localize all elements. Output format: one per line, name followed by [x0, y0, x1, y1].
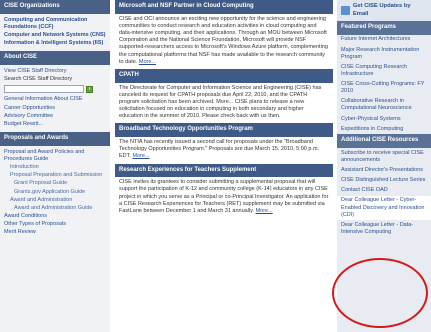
- about-link-general[interactable]: General Information About CISE: [4, 96, 106, 103]
- more-link[interactable]: More...: [132, 153, 149, 159]
- proposal-link[interactable]: Proposal Preparation and Submission: [4, 172, 106, 179]
- resource-link[interactable]: Assistant Director's Presentations: [337, 165, 431, 175]
- about-link-advisory[interactable]: Advisory Committee: [4, 113, 106, 120]
- news-title[interactable]: Microsoft and NSF Partner in Cloud Compu…: [115, 0, 333, 14]
- right-sidebar: Get CISE Updates by Email Featured Progr…: [337, 0, 431, 332]
- about-link-budget[interactable]: Budget Rewrit...: [4, 121, 106, 128]
- proposal-link[interactable]: Proposal and Award Policies and Procedur…: [4, 149, 106, 163]
- proposal-link[interactable]: Introduction: [4, 164, 106, 171]
- news-item: Microsoft and NSF Partner in Cloud Compu…: [115, 0, 333, 66]
- news-body: The NTIA has recently issued a second ca…: [115, 137, 333, 160]
- arrow-right-icon: ›: [88, 86, 91, 93]
- main-content: Microsoft and NSF Partner in Cloud Compu…: [115, 0, 333, 332]
- more-link[interactable]: More...: [139, 59, 156, 65]
- search-row: ›: [4, 85, 106, 94]
- featured-link[interactable]: Future Internet Architectures: [337, 35, 431, 45]
- about-header: About CISE: [0, 51, 110, 66]
- org-link-iis[interactable]: Information & Intelligent Systems (IIS): [4, 40, 106, 47]
- featured-header: Featured Programs: [337, 21, 431, 35]
- featured-list: Future Internet Architectures Major Rese…: [337, 35, 431, 135]
- resource-link-data-intensive[interactable]: Dear Colleague Letter - Data-Intensive C…: [337, 220, 431, 237]
- proposal-link[interactable]: Merit Review: [4, 229, 106, 236]
- proposal-link[interactable]: Award and Administration Guide: [4, 205, 106, 212]
- staff-search-input[interactable]: [4, 85, 84, 94]
- orgs-list: Computing and Communication Foundations …: [0, 14, 110, 52]
- about-section: View CISE Staff Directory Search CISE St…: [0, 65, 110, 132]
- email-updates-label[interactable]: Get CISE Updates by Email: [353, 3, 427, 18]
- resource-link[interactable]: CISE Distinguished Lecture Series: [337, 176, 431, 186]
- orgs-header: CISE Organizations: [0, 0, 110, 14]
- news-body: CISE and OCI announce an exciting new op…: [115, 14, 333, 66]
- proposals-section: Proposal and Award Policies and Procedur…: [0, 146, 110, 241]
- featured-link[interactable]: CISE Computing Research Infrastructure: [337, 62, 431, 79]
- view-directory-link[interactable]: View CISE Staff Directory: [4, 68, 106, 75]
- left-sidebar: CISE Organizations Computing and Communi…: [0, 0, 110, 332]
- org-link-ccf[interactable]: Computing and Communication Foundations …: [4, 17, 106, 31]
- news-body: CISE invites its grantees to consider su…: [115, 177, 333, 215]
- featured-link[interactable]: Expeditions in Computing: [337, 124, 431, 134]
- about-link-careers[interactable]: Career Opportunities: [4, 105, 106, 112]
- additional-list: Subscribe to receive special CISE announ…: [337, 148, 431, 237]
- news-title[interactable]: CPATH: [115, 68, 333, 83]
- proposal-link[interactable]: Other Types of Proposals: [4, 221, 106, 228]
- featured-link[interactable]: Collaborative Research in Computational …: [337, 97, 431, 114]
- email-updates[interactable]: Get CISE Updates by Email: [337, 0, 431, 22]
- news-text: The Directorate for Computer and Informa…: [119, 84, 322, 120]
- proposal-link[interactable]: Grant Proposal Guide: [4, 180, 106, 187]
- resource-link[interactable]: Contact CISE OAD: [337, 186, 431, 196]
- proposals-header: Proposals and Awards: [0, 132, 110, 146]
- search-go-button[interactable]: ›: [86, 85, 93, 93]
- search-label: Search CISE Staff Directory: [4, 76, 73, 83]
- news-title[interactable]: Broadband Technology Opportunities Progr…: [115, 123, 333, 138]
- news-item: Research Experiences for Teachers Supple…: [115, 163, 333, 216]
- proposal-link[interactable]: Grants.gov Application Guide: [4, 189, 106, 196]
- resource-link-cdi[interactable]: Dear Colleague Letter - Cyber-Enabled Di…: [337, 195, 431, 221]
- featured-link[interactable]: Major Research Instrumentation Program: [337, 45, 431, 62]
- proposal-link[interactable]: Award and Administration: [4, 197, 106, 204]
- featured-link[interactable]: Cyber-Physical Systems: [337, 114, 431, 124]
- news-text: CISE and OCI announce an exciting new op…: [119, 15, 328, 65]
- news-text: CISE invites its grantees to consider su…: [119, 179, 329, 214]
- email-icon: [341, 6, 350, 16]
- proposal-link[interactable]: Award Conditions: [4, 213, 106, 220]
- news-item: Broadband Technology Opportunities Progr…: [115, 123, 333, 160]
- news-item: CPATH The Directorate for Computer and I…: [115, 68, 333, 121]
- news-body: The Directorate for Computer and Informa…: [115, 83, 333, 121]
- resource-link[interactable]: Subscribe to receive special CISE announ…: [337, 148, 431, 165]
- more-link[interactable]: More...: [256, 208, 273, 214]
- news-title[interactable]: Research Experiences for Teachers Supple…: [115, 163, 333, 178]
- org-link-cns[interactable]: Computer and Network Systems (CNS): [4, 32, 106, 39]
- featured-link[interactable]: CISE Cross-Cutting Programs: FY 2010: [337, 80, 431, 97]
- additional-header: Additional CISE Resources: [337, 134, 431, 149]
